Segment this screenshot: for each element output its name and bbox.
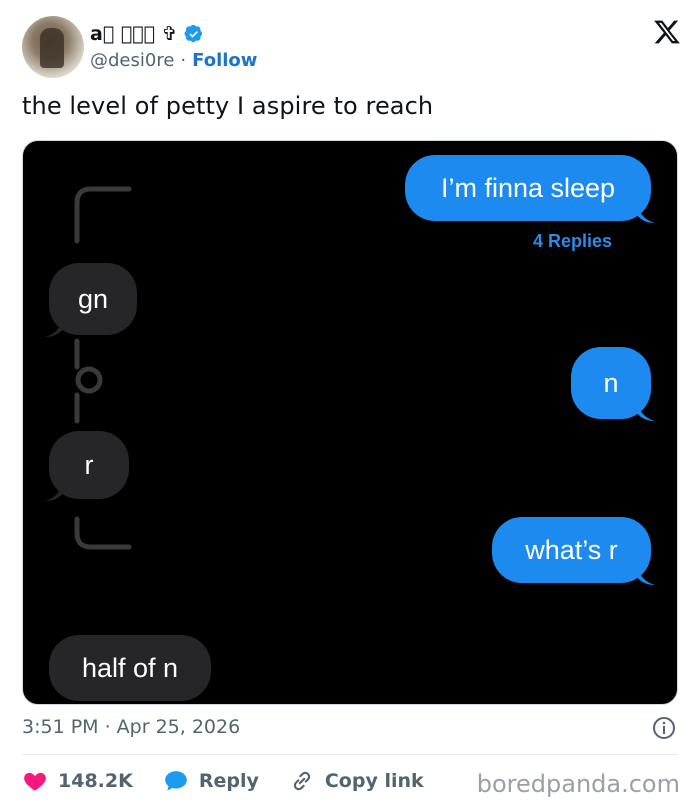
tweet-timestamp[interactable]: 3:51 PM · Apr 25, 2026 — [22, 716, 240, 738]
copy-link-label: Copy link — [324, 770, 424, 792]
message-bubble-incoming: half of n — [49, 635, 211, 701]
speech-bubble-icon — [164, 771, 187, 791]
message-text: gn — [77, 283, 109, 314]
message-bubble-outgoing: what’s r — [492, 517, 655, 585]
like-count: 148.2K — [58, 770, 133, 792]
tweet-text: the level of petty I aspire to reach — [22, 92, 434, 120]
avatar-figure — [40, 28, 64, 68]
like-button[interactable]: 148.2K — [22, 768, 133, 794]
author-handle-row: @desi0re · Follow — [90, 50, 257, 71]
reply-button[interactable]: Reply — [163, 768, 259, 794]
message-text: half of n — [81, 652, 179, 683]
copy-link-button[interactable]: Copy link — [289, 768, 424, 794]
info-icon[interactable] — [652, 716, 676, 740]
x-logo-icon[interactable] — [652, 18, 682, 46]
message-bubble-incoming: r — [45, 431, 129, 501]
message-bubble-outgoing: I’m finna sleep — [405, 155, 655, 223]
tweet-header: a      ✞ @desi0re · Follow — [22, 16, 682, 80]
action-bar: 148.2K Reply Copy link — [22, 766, 454, 796]
reply-label: Reply — [198, 770, 259, 792]
thread-connector-icon — [74, 186, 132, 550]
avatar[interactable] — [22, 16, 84, 78]
message-text: I’m finna sleep — [440, 172, 616, 203]
separator-dot: · — [180, 50, 187, 71]
message-bubble-incoming: gn — [45, 263, 137, 337]
replies-link[interactable]: 4 Replies — [533, 231, 612, 252]
heart-icon — [24, 772, 46, 791]
tweet-media-image[interactable]: I’m finna sleep 4 Replies gn n r what’s … — [22, 140, 678, 705]
link-icon — [293, 771, 310, 791]
message-text: n — [603, 367, 619, 398]
author-name-row: a      ✞ — [90, 22, 204, 46]
message-bubble-outgoing: n — [571, 347, 655, 421]
follow-button[interactable]: Follow — [192, 50, 257, 71]
author-handle[interactable]: @desi0re — [90, 50, 174, 71]
message-text: r — [84, 449, 94, 480]
message-text: what’s r — [525, 534, 618, 565]
verified-badge-icon — [184, 24, 202, 43]
author-name[interactable]: a      ✞ — [90, 23, 178, 45]
divider — [22, 754, 678, 755]
watermark: boredpanda.com — [476, 770, 680, 798]
